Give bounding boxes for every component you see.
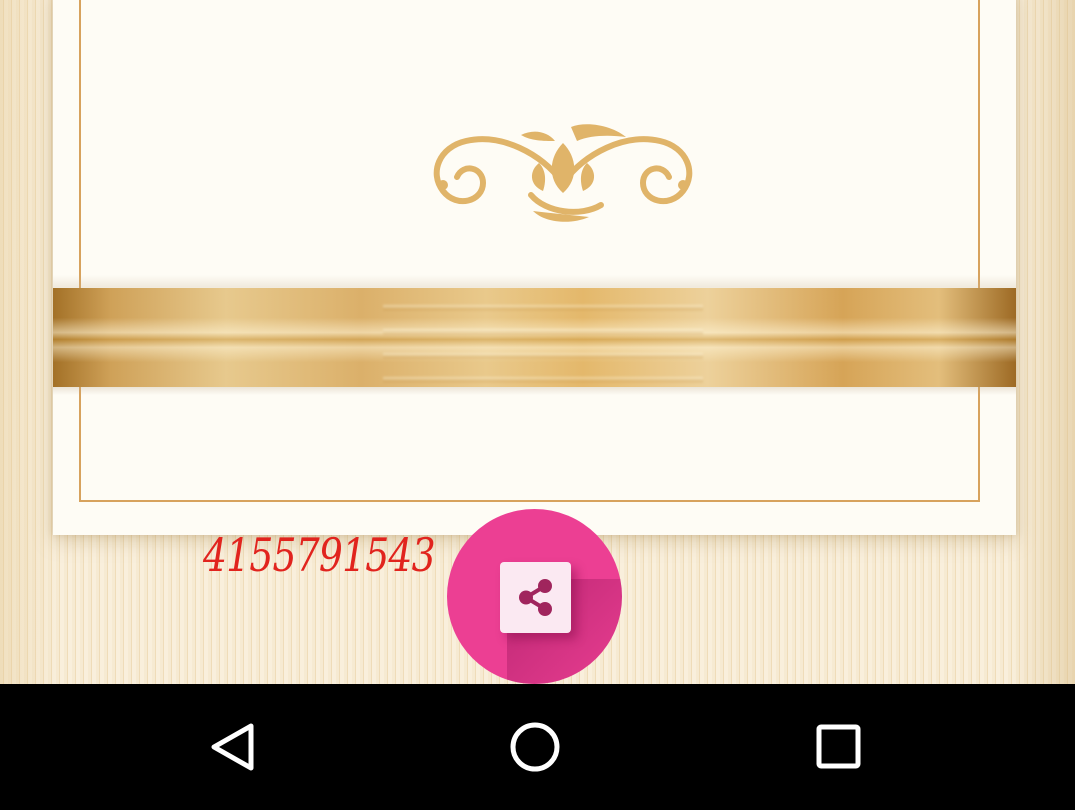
back-button[interactable] xyxy=(194,710,274,784)
home-button[interactable] xyxy=(495,710,575,784)
recents-button[interactable] xyxy=(798,710,878,784)
home-circle-icon xyxy=(510,722,560,772)
flourish-ornament-icon xyxy=(433,124,693,222)
share-icon xyxy=(519,579,552,616)
back-triangle-icon xyxy=(211,723,254,771)
screen: 4155791543 xyxy=(0,0,1075,810)
invitation-card xyxy=(53,0,1016,535)
system-navigation-bar xyxy=(0,684,1075,810)
recents-square-icon xyxy=(816,724,861,769)
phone-number-text: 4155791543 xyxy=(203,528,436,582)
share-button[interactable] xyxy=(447,509,622,684)
ribbon-gloss xyxy=(383,288,703,387)
share-icon-box xyxy=(500,562,571,633)
card-gold-frame xyxy=(79,0,980,502)
